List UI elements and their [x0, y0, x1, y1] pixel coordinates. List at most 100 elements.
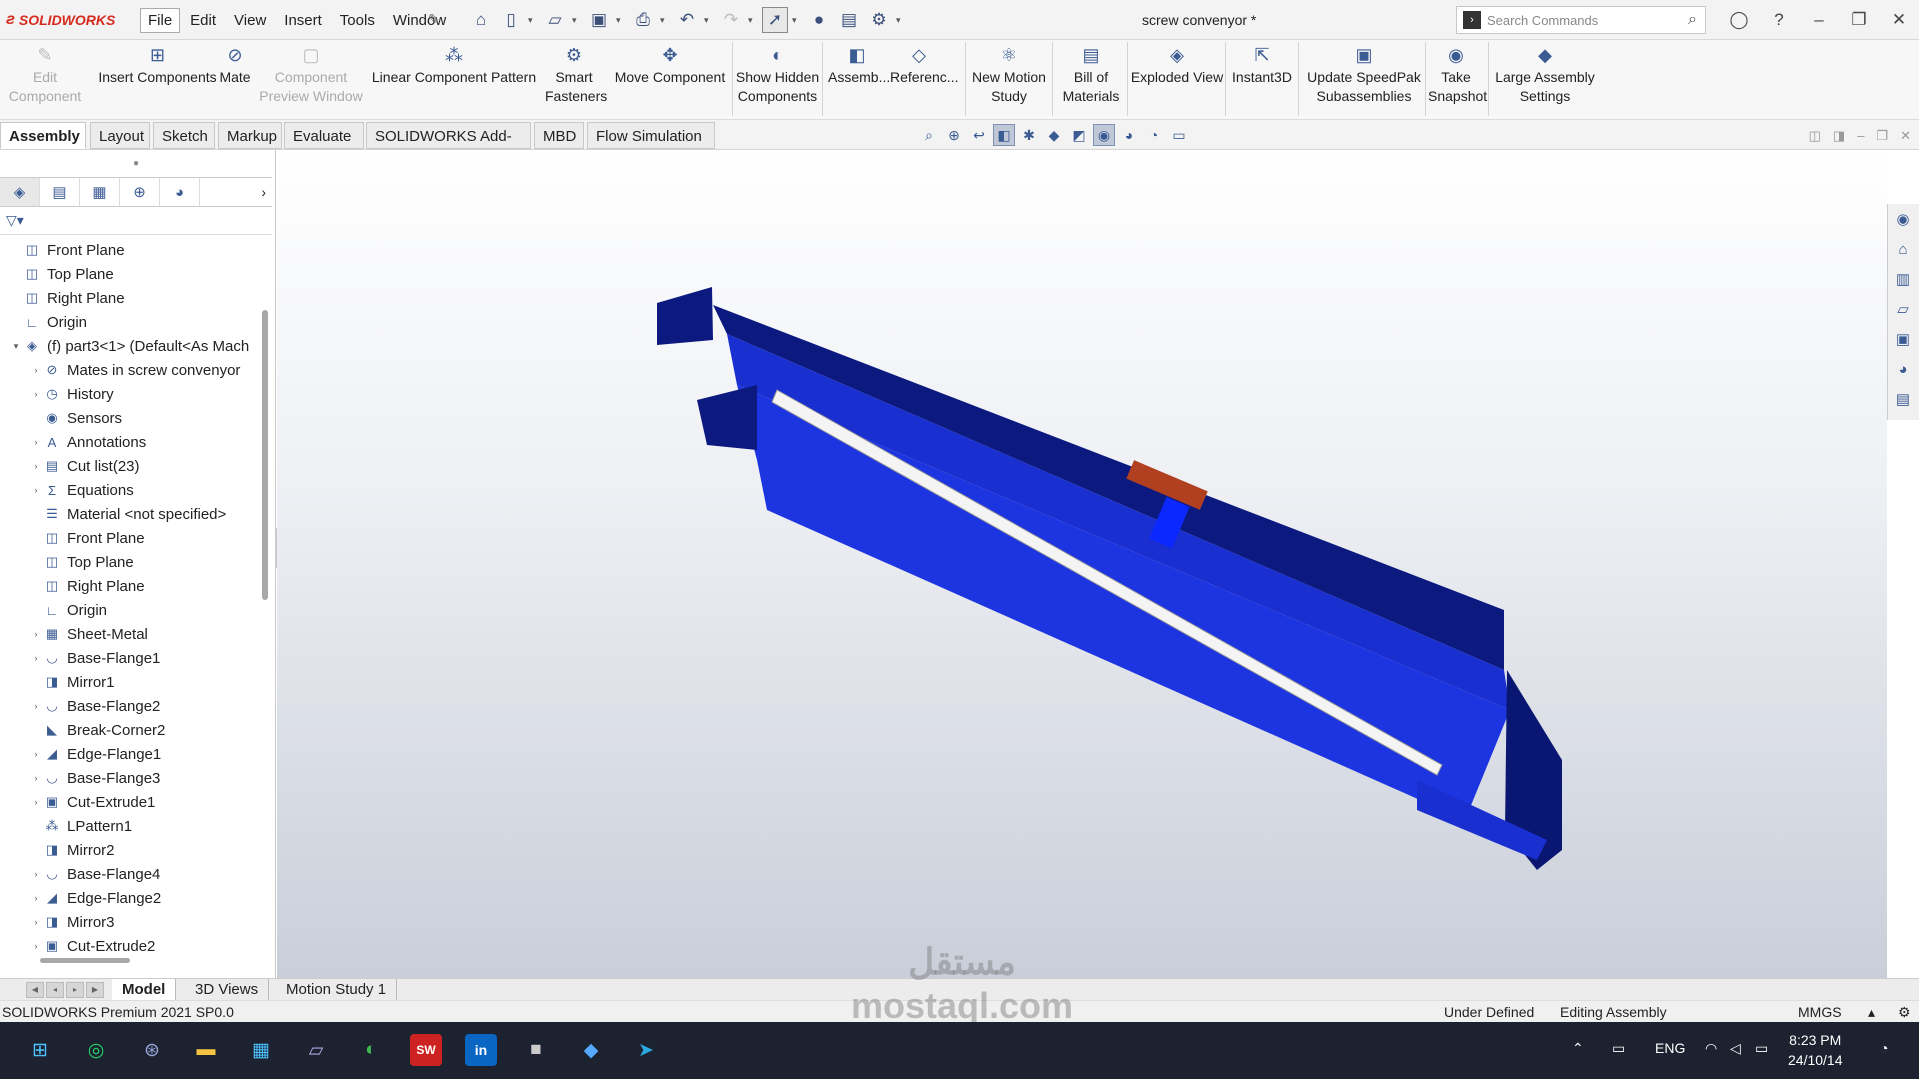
tree-item[interactable]: › ▣ Cut-Extrude2 — [30, 934, 156, 958]
scenes-icon[interactable]: ◕ — [1888, 354, 1918, 384]
expand-arrow-icon[interactable]: › — [30, 437, 42, 447]
tree-item[interactable]: › ◢ Edge-Flange1 — [30, 742, 162, 766]
cmd-linear-pattern-button[interactable]: ⁂ Linear Component Pattern — [368, 44, 540, 116]
account-icon[interactable]: ◯ — [1719, 10, 1759, 30]
tree-item[interactable]: › ◡ Base-Flange2 — [30, 694, 161, 718]
tab-flow-simulation[interactable]: Flow Simulation — [587, 122, 715, 149]
tab-mbd[interactable]: MBD — [534, 122, 584, 149]
file-properties-icon[interactable]: ▤ — [836, 7, 862, 33]
close-icon[interactable]: ✕ — [1879, 10, 1919, 30]
edge-icon[interactable]: ◐ — [355, 1034, 387, 1066]
property-manager-tab-icon[interactable]: ▤ — [40, 178, 80, 206]
notifications-icon[interactable]: ◔ — [1880, 1040, 1888, 1056]
expand-arrow-icon[interactable]: › — [30, 941, 42, 951]
cmd-assembly-features-button[interactable]: ◧ Assemb... — [828, 44, 890, 116]
solidworks-taskbar-icon[interactable]: SW — [410, 1034, 442, 1066]
expand-arrow-icon[interactable]: › — [30, 917, 42, 927]
expand-arrow-icon[interactable]: › — [30, 893, 42, 903]
view-palette-icon[interactable]: ▱ — [1888, 294, 1918, 324]
tray-keyboard-icon[interactable]: ▭ — [1612, 1040, 1625, 1057]
battery-icon[interactable]: ▭ — [1755, 1040, 1768, 1057]
viewport-restore-icon[interactable]: ❐ — [1876, 128, 1888, 144]
tree-item[interactable]: ☰ Material <not specified> — [30, 502, 226, 526]
pin-icon[interactable]: ✎ — [428, 11, 440, 28]
search-icon[interactable]: ⌕ — [1688, 11, 1697, 29]
print-icon[interactable]: ⎙ — [630, 7, 656, 33]
tab-solidworks-add-ins[interactable]: SOLIDWORKS Add-Ins — [366, 122, 531, 172]
cmd-motion-study-button[interactable]: ⚛ New Motion Study — [968, 44, 1050, 116]
menu-window[interactable]: Window — [385, 8, 454, 33]
tab-model[interactable]: Model — [112, 979, 177, 1000]
expand-arrow-icon[interactable]: › — [30, 389, 42, 399]
tree-horizontal-scrollbar[interactable] — [40, 958, 130, 963]
menu-insert[interactable]: Insert — [276, 8, 330, 33]
edit-appearance-icon[interactable]: ◕ — [1118, 124, 1140, 146]
tab-layout[interactable]: Layout — [90, 122, 150, 149]
previous-view-icon[interactable]: ↩ — [968, 124, 990, 146]
traffic-light-icon[interactable]: ● — [806, 7, 832, 33]
cmd-large-assembly-button[interactable]: ◆ Large Assembly Settings — [1490, 44, 1600, 116]
menu-view[interactable]: View — [226, 8, 274, 33]
volume-icon[interactable]: ◁ — [1730, 1040, 1741, 1057]
globe-app-icon[interactable]: ⊛ — [136, 1034, 168, 1066]
cmd-snapshot-button[interactable]: ◉ Take Snapshot — [1428, 44, 1487, 116]
viewport-minimize-icon[interactable]: – — [1857, 128, 1864, 144]
more-tabs-icon[interactable]: › — [261, 184, 266, 200]
tile-left-icon[interactable]: ◫ — [1809, 128, 1821, 144]
tree-item[interactable]: ▾ ◈ (f) part3<1> (Default<As Mach — [10, 334, 249, 358]
tree-item[interactable]: ◫ Top Plane — [30, 550, 134, 574]
system-clock[interactable]: 8:23 PM 24/10/14 — [1788, 1030, 1843, 1070]
tray-overflow-icon[interactable]: ⌃ — [1572, 1040, 1584, 1057]
cmd-move-component-button[interactable]: ✥ Move Component — [606, 44, 734, 116]
view-orientation-icon[interactable]: ◆ — [1043, 124, 1065, 146]
wifi-icon[interactable]: ◠ — [1705, 1040, 1717, 1057]
tree-item[interactable]: › ▤ Cut list(23) — [30, 454, 140, 478]
tree-item[interactable]: ◨ Mirror2 — [30, 838, 115, 862]
redo-dropdown-icon[interactable]: ▾ — [748, 15, 758, 26]
tile-right-icon[interactable]: ◨ — [1833, 128, 1845, 144]
tree-item[interactable]: › ◡ Base-Flange4 — [30, 862, 161, 886]
open-dropdown-icon[interactable]: ▾ — [572, 15, 582, 26]
viewport-close-icon[interactable]: ✕ — [1900, 128, 1911, 144]
menu-file[interactable]: File — [140, 8, 181, 33]
cmd-instant3d-button[interactable]: ⇱ Instant3D — [1228, 44, 1296, 116]
expand-arrow-icon[interactable]: › — [30, 773, 42, 783]
expand-arrow-icon[interactable]: › — [30, 797, 42, 807]
tree-scrollbar[interactable] — [262, 310, 268, 600]
configuration-manager-tab-icon[interactable]: ▦ — [80, 178, 120, 206]
collapse-arrow-icon[interactable]: ▾ — [10, 341, 22, 352]
app-window-icon[interactable]: ■ — [520, 1034, 552, 1066]
screw-conveyor-model[interactable] — [277, 150, 1887, 978]
next-tab-icon[interactable]: ▸ — [66, 982, 84, 998]
language-indicator[interactable]: ENG — [1655, 1040, 1685, 1056]
tree-item[interactable]: ◉ Sensors — [30, 406, 122, 430]
file-explorer-icon[interactable]: ▥ — [1888, 264, 1918, 294]
first-tab-icon[interactable]: ◀ — [26, 982, 44, 998]
expand-arrow-icon[interactable]: › — [30, 653, 42, 663]
expand-arrow-icon[interactable]: › — [30, 749, 42, 759]
store-icon[interactable]: ▦ — [245, 1034, 277, 1066]
view-settings-icon[interactable]: ▭ — [1168, 124, 1190, 146]
save-icon[interactable]: ▣ — [586, 7, 612, 33]
expand-arrow-icon[interactable]: › — [30, 701, 42, 711]
cmd-smart-fasteners-button[interactable]: ⚙ Smart Fasteners — [545, 44, 607, 116]
tree-item[interactable]: › ◨ Mirror3 — [30, 910, 115, 934]
select-cursor-icon[interactable]: ➚ — [762, 7, 788, 33]
design-library-icon[interactable]: ⌂ — [1888, 234, 1918, 264]
cmd-edit-component-button[interactable]: ✎ Edit Component — [0, 44, 90, 116]
tab-markup[interactable]: Markup — [218, 122, 282, 149]
cmd-exploded-view-button[interactable]: ◈ Exploded View — [1130, 44, 1224, 116]
home-icon[interactable]: ⌂ — [468, 7, 494, 33]
tree-item[interactable]: › A Annotations — [30, 430, 147, 454]
cmd-reference-geometry-button[interactable]: ◇ Referenc... — [890, 44, 958, 116]
menu-edit[interactable]: Edit — [182, 8, 224, 33]
tree-item[interactable]: ◫ Front Plane — [30, 526, 145, 550]
zoom-to-area-icon[interactable]: ⊕ — [943, 124, 965, 146]
menu-tools[interactable]: Tools — [332, 8, 383, 33]
tree-item[interactable]: › ◡ Base-Flange1 — [30, 646, 161, 670]
tree-item[interactable]: ◫ Front Plane — [10, 238, 125, 262]
telegram-icon[interactable]: ➤ — [630, 1034, 662, 1066]
tab-assembly[interactable]: Assembly — [0, 122, 86, 149]
open-icon[interactable]: ▱ — [542, 7, 568, 33]
cmd-insert-components-button[interactable]: ⊞ Insert Components — [90, 44, 225, 116]
